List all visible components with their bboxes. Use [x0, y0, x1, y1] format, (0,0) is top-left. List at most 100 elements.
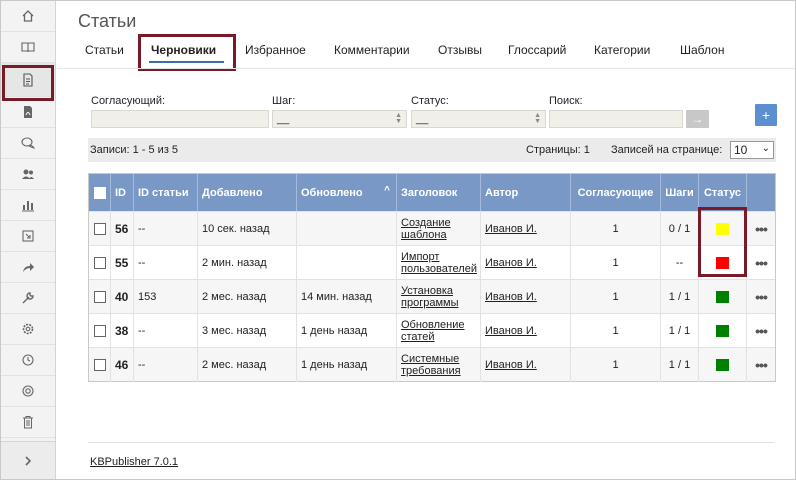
sidebar-item-comments[interactable]	[1, 128, 55, 159]
row-more-button[interactable]: •••	[747, 280, 775, 314]
tab-template[interactable]: Шаблон	[680, 43, 724, 57]
row-approvers: 1	[571, 348, 661, 382]
home-icon	[22, 10, 34, 22]
row-title-link[interactable]: Импорт пользователей	[397, 246, 481, 280]
sidebar-item-import[interactable]	[1, 221, 55, 252]
row-more-button[interactable]: •••	[747, 314, 775, 348]
more-dots-icon: •••	[755, 221, 768, 237]
tab-feedback[interactable]: Отзывы	[438, 43, 482, 57]
gear-icon	[22, 323, 34, 335]
header-title[interactable]: Заголовок	[397, 174, 481, 211]
row-updated: 1 день назад	[297, 348, 397, 382]
row-status-cell	[699, 280, 747, 314]
row-steps: --	[661, 246, 699, 280]
row-more-button[interactable]: •••	[747, 348, 775, 382]
row-updated: 1 день назад	[297, 314, 397, 348]
row-title-link[interactable]: Обновление статей	[397, 314, 481, 348]
row-article-id: --	[134, 212, 198, 246]
header-updated[interactable]: Обновлено ^	[297, 174, 397, 211]
table-row: 56 -- 10 сек. назад Создание шаблона Ива…	[89, 211, 775, 246]
sidebar-item-share[interactable]	[1, 252, 55, 283]
tab-categories[interactable]: Категории	[594, 43, 650, 57]
sidebar-item-book[interactable]	[1, 32, 55, 63]
row-author-link[interactable]: Иванов И.	[481, 246, 571, 280]
records-infobar: Записи: 1 - 5 из 5 Страницы: 1 Записей н…	[88, 138, 776, 162]
row-checkbox[interactable]	[93, 291, 106, 303]
tab-glossary[interactable]: Глоссарий	[508, 43, 566, 57]
search-go-button[interactable]: →	[686, 110, 709, 128]
add-draft-button[interactable]: +	[755, 104, 777, 126]
row-checkbox[interactable]	[93, 325, 106, 337]
row-checkbox[interactable]	[93, 359, 106, 371]
select-arrows-icon: ▲ ▼	[534, 112, 541, 125]
row-article-id: --	[134, 314, 198, 348]
sidebar-item-help[interactable]	[1, 376, 55, 407]
status-label: Статус:	[411, 95, 449, 107]
sidebar-item-history[interactable]	[1, 345, 55, 376]
row-id: 46	[111, 348, 134, 382]
row-author-link[interactable]: Иванов И.	[481, 280, 571, 314]
select-all-cell	[89, 174, 111, 211]
history-icon	[22, 354, 34, 366]
row-author-link[interactable]: Иванов И.	[481, 314, 571, 348]
tab-comments[interactable]: Комментарии	[334, 43, 410, 57]
header-author[interactable]: Автор	[481, 174, 571, 211]
status-indicator	[716, 291, 729, 303]
row-updated: 14 мин. назад	[297, 280, 397, 314]
tab-articles[interactable]: Статьи	[85, 43, 124, 57]
row-approvers: 1	[571, 314, 661, 348]
header-status[interactable]: Статус	[699, 174, 747, 211]
row-title-line1: Создание	[401, 217, 451, 229]
search-input[interactable]	[549, 110, 683, 128]
header-updated-label: Обновлено	[301, 186, 363, 199]
row-checkbox-cell	[89, 246, 111, 280]
row-title-link[interactable]: Системные требования	[397, 348, 481, 382]
version-link[interactable]: KBPublisher 7.0.1	[90, 456, 178, 468]
row-checkbox[interactable]	[93, 223, 106, 235]
row-steps: 1 / 1	[661, 348, 699, 382]
sidebar-item-users[interactable]	[1, 159, 55, 190]
row-author: Иванов И.	[485, 325, 537, 337]
row-author-link[interactable]: Иванов И.	[481, 212, 571, 246]
select-all-checkbox[interactable]	[93, 186, 106, 199]
pages-count: Страницы: 1	[526, 144, 590, 156]
table-row: 38 -- 3 мес. назад 1 день назад Обновлен…	[89, 313, 775, 348]
row-title-line1: Импорт	[401, 251, 440, 263]
row-title-line2: требования	[401, 365, 461, 377]
row-id: 40	[111, 280, 134, 314]
row-added: 2 мес. назад	[198, 280, 297, 314]
header-article-id[interactable]: ID статьи	[134, 174, 198, 211]
sidebar-expand-button[interactable]	[1, 441, 55, 479]
header-added[interactable]: Добавлено	[198, 174, 297, 211]
approver-input[interactable]	[91, 110, 269, 128]
status-select[interactable]: __ ▲ ▼	[411, 110, 546, 128]
row-title-link[interactable]: Создание шаблона	[397, 212, 481, 246]
row-added: 2 мин. назад	[198, 246, 297, 280]
row-article-id: --	[134, 246, 198, 280]
header-id[interactable]: ID	[111, 174, 134, 211]
row-more-button[interactable]: •••	[747, 212, 775, 246]
help-icon	[22, 385, 34, 397]
tab-drafts[interactable]: Черновики	[151, 43, 216, 57]
active-tab-underline	[149, 61, 224, 63]
sidebar-item-documents[interactable]	[1, 63, 55, 101]
per-page-label: Записей на странице:	[611, 144, 723, 156]
sidebar-item-reports[interactable]	[1, 190, 55, 221]
row-added: 10 сек. назад	[198, 212, 297, 246]
step-select[interactable]: __ ▲ ▼	[272, 110, 407, 128]
more-dots-icon: •••	[755, 323, 768, 339]
sidebar-item-tools[interactable]	[1, 283, 55, 314]
row-more-button[interactable]: •••	[747, 246, 775, 280]
drafts-table: ID ID статьи Добавлено Обновлено ^ Загол…	[88, 173, 776, 382]
sidebar-item-settings[interactable]	[1, 314, 55, 345]
per-page-select[interactable]: 10 ⌄	[730, 141, 774, 159]
row-author-link[interactable]: Иванов И.	[481, 348, 571, 382]
more-dots-icon: •••	[755, 255, 768, 271]
book-icon	[21, 42, 35, 53]
sidebar-item-pdf[interactable]	[1, 97, 55, 128]
row-checkbox[interactable]	[93, 257, 106, 269]
sidebar-item-trash[interactable]	[1, 407, 55, 438]
sidebar-item-home[interactable]	[1, 1, 55, 32]
tab-favorites[interactable]: Избранное	[245, 43, 306, 57]
row-title-link[interactable]: Установка программы	[397, 280, 481, 314]
